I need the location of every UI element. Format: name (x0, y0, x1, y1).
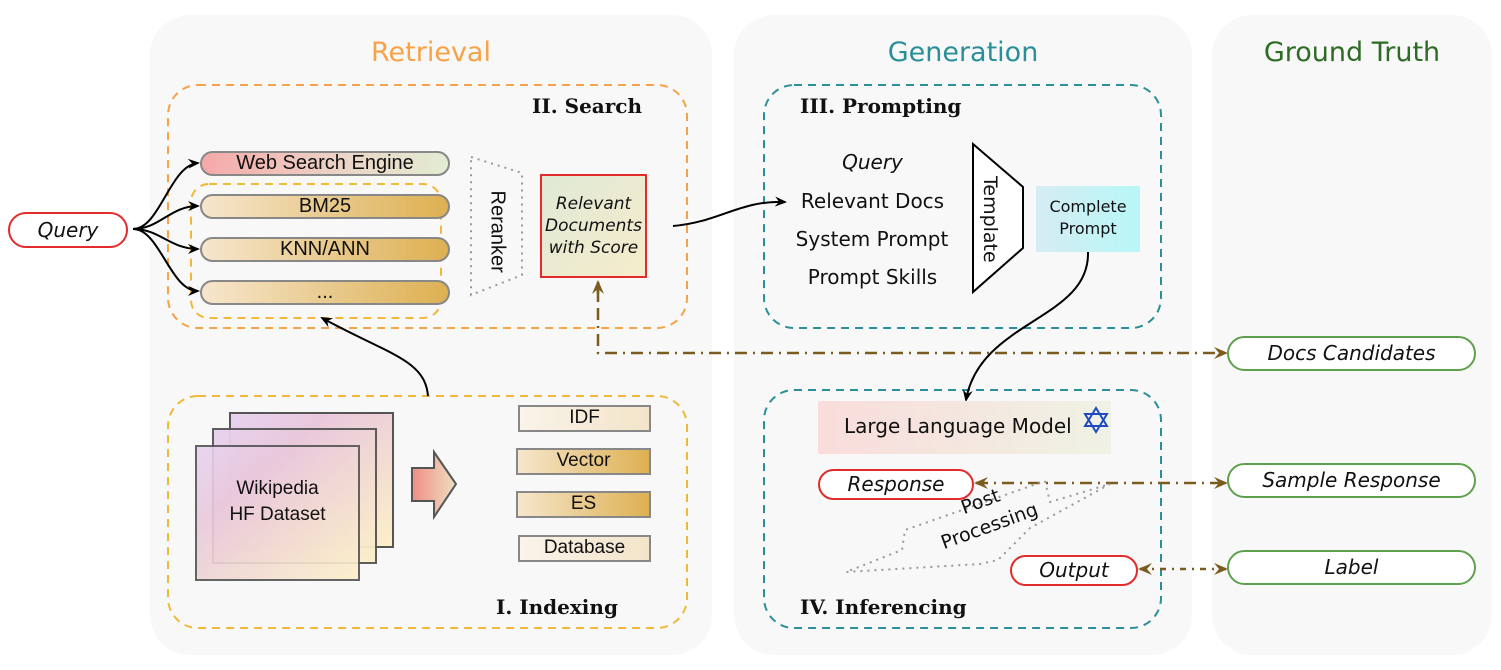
prompting-section-title: III. Prompting (800, 94, 962, 118)
gt-docs-candidates[interactable]: Docs Candidates (1227, 336, 1476, 371)
query-label: Query (37, 218, 99, 242)
complete-prompt-line1: Complete (1049, 197, 1127, 216)
index-es[interactable]: ES (516, 491, 651, 518)
response-label: Response (847, 472, 945, 496)
complete-prompt-box[interactable]: Complete Prompt (1036, 186, 1140, 252)
gt-sample-response[interactable]: Sample Response (1227, 463, 1476, 498)
output-label: Output (1039, 558, 1109, 582)
star-of-david-icon (1083, 406, 1109, 434)
prompt-input-relevant-docs: Relevant Docs (800, 189, 945, 213)
prompt-input-prompt-skills: Prompt Skills (807, 265, 938, 289)
relevant-documents-label: Relevant Documents with Score (545, 194, 642, 258)
index-idf[interactable]: IDF (518, 405, 651, 432)
dataset-label-line1: Wikipedia (236, 478, 319, 499)
index-vector[interactable]: Vector (516, 448, 651, 475)
llm-box[interactable]: Large Language Model (818, 401, 1111, 454)
prompt-input-query: Query (842, 150, 903, 174)
complete-prompt-line2: Prompt (1059, 219, 1117, 238)
prompt-input-system-prompt: System Prompt (795, 227, 949, 251)
gt-label-label: Label (1324, 555, 1379, 579)
gt-docs-candidates-label: Docs Candidates (1267, 341, 1436, 365)
retrieval-title: Retrieval (371, 37, 491, 68)
output-node[interactable]: Output (1010, 555, 1138, 586)
gt-label[interactable]: Label (1227, 550, 1476, 585)
llm-label: Large Language Model (844, 414, 1072, 438)
template-label: Template (979, 176, 1001, 263)
engine-bm25[interactable]: BM25 (200, 194, 450, 219)
dataset-label: Wikipedia HF Dataset (196, 476, 359, 528)
gt-sample-response-label: Sample Response (1262, 468, 1441, 492)
dataset-label-line2: HF Dataset (229, 504, 326, 525)
engine-more[interactable]: ... (200, 280, 450, 305)
index-database[interactable]: Database (518, 535, 651, 562)
engine-web-search[interactable]: Web Search Engine (200, 151, 450, 176)
ground-truth-title: Ground Truth (1263, 37, 1441, 68)
search-section-title: II. Search (532, 94, 643, 118)
relevant-documents-box[interactable]: Relevant Documents with Score (540, 174, 647, 278)
generation-title: Generation (887, 37, 1039, 68)
query-node[interactable]: Query (8, 212, 128, 248)
engine-knn-ann[interactable]: KNN/ANN (200, 237, 450, 262)
response-node[interactable]: Response (818, 469, 974, 500)
reranker-label: Reranker (486, 190, 509, 273)
inferencing-section-title: IV. Inferencing (800, 595, 967, 619)
indexing-section-title: I. Indexing (496, 595, 618, 619)
